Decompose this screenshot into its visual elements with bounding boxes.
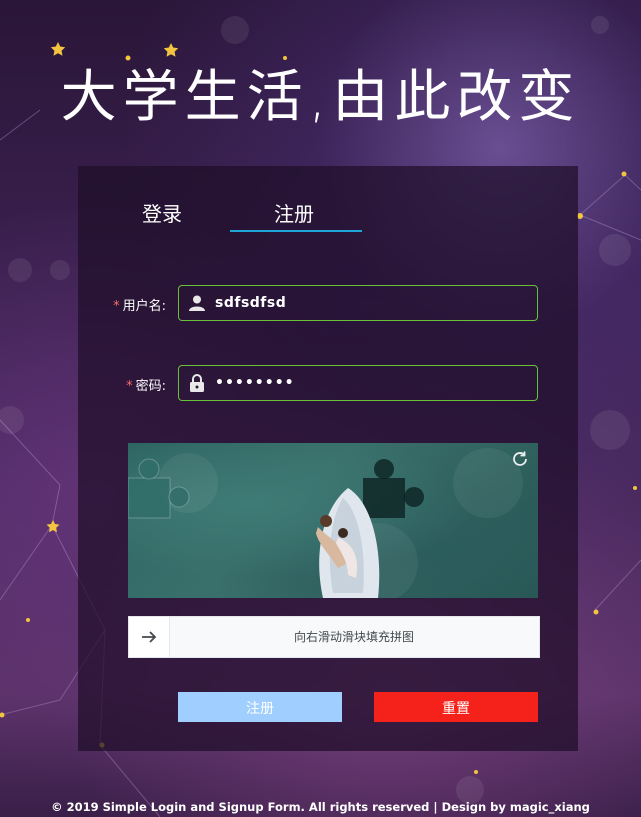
reset-button[interactable]: 重置 [374,692,538,722]
required-mark: * [126,379,133,394]
register-button[interactable]: 注册 [178,692,342,722]
captcha-image [128,443,538,598]
star-icon [0,712,5,718]
star-icon [474,770,478,774]
username-label: * 用户名: [100,295,166,314]
password-field[interactable]: •••••••• [178,365,538,401]
page-title: 大学生活,由此改变 [60,65,581,130]
tab-register[interactable]: 注册 [274,198,314,227]
required-mark: * [113,299,120,314]
refresh-icon[interactable] [510,449,530,469]
username-value: sdfsdfsd [215,295,287,311]
star-icon [593,609,599,615]
tab-login[interactable]: 登录 [142,198,182,227]
puzzle-gap [363,459,424,518]
user-icon [179,294,215,312]
lock-icon [179,374,215,392]
slider-hint: 向右滑动滑块填充拼图 [293,630,414,644]
username-field[interactable]: sdfsdfsd [178,285,538,321]
arrow-right-icon [141,628,157,647]
footer-text: © 2019 Simple Login and Signup Form. All… [51,800,590,814]
active-tab-indicator [230,230,362,232]
captcha-picture [128,448,523,598]
password-value: •••••••• [215,375,295,391]
password-label-text: 密码: [135,379,166,394]
star-icon [26,618,30,622]
captcha-slider[interactable]: 向右滑动滑块填充拼图 [128,616,540,658]
username-label-text: 用户名: [122,299,166,314]
password-label: * 密码: [100,375,166,394]
slider-handle[interactable] [129,617,170,657]
star-icon [633,486,637,490]
star-icon [621,171,627,177]
